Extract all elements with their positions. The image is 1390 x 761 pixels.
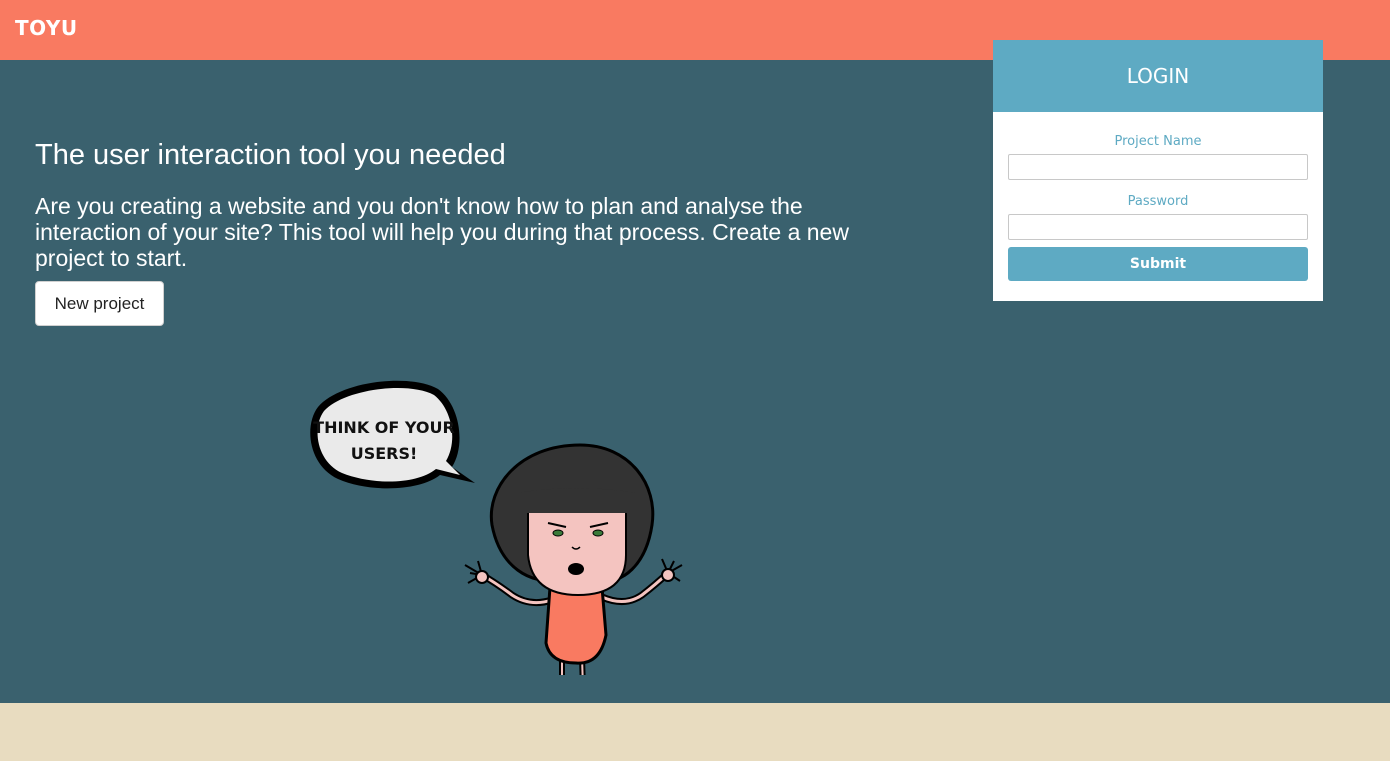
login-panel: LOGIN Project Name Password Submit <box>993 40 1323 301</box>
password-label: Password <box>1127 194 1189 209</box>
speech-line-2: USERS! <box>351 444 418 463</box>
submit-button[interactable]: Submit <box>1008 247 1308 281</box>
cartoon-woman-illustration: THINK OF YOUR USERS! <box>310 380 683 675</box>
brand-logo-link[interactable]: TOYU <box>15 16 78 40</box>
hero-title: The user interaction tool you needed <box>35 139 506 171</box>
speech-bubble: THINK OF YOUR USERS! <box>310 380 475 489</box>
hero-description: Are you creating a website and you don't… <box>35 193 849 271</box>
new-project-button[interactable]: New project <box>35 281 164 326</box>
speech-line-1: THINK OF YOUR <box>313 418 455 437</box>
login-title: LOGIN <box>993 40 1323 112</box>
project-name-input[interactable] <box>1008 154 1308 180</box>
password-input[interactable] <box>1008 214 1308 240</box>
project-name-label: Project Name <box>1114 134 1202 149</box>
